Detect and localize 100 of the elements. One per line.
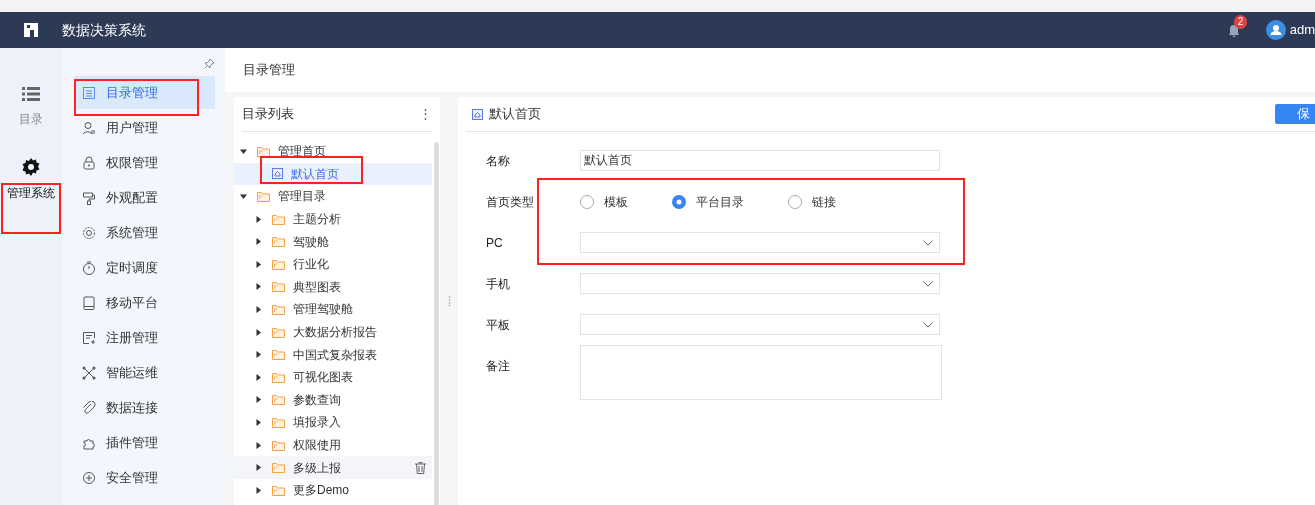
- caret-right-icon[interactable]: [255, 305, 262, 313]
- radio-option[interactable]: 平台目录: [672, 193, 788, 211]
- document-icon: [82, 85, 96, 100]
- folder-icon: [272, 439, 285, 451]
- logo-icon: [22, 21, 40, 39]
- delete-icon[interactable]: [415, 461, 426, 474]
- caret-right-icon[interactable]: [255, 396, 262, 404]
- folder-icon: [272, 258, 285, 270]
- timer-icon: [82, 260, 96, 275]
- radio-button[interactable]: [580, 195, 594, 209]
- folder-icon: [272, 371, 285, 383]
- field-label: 手机: [486, 276, 511, 293]
- folder-icon: [272, 213, 285, 225]
- radio-option[interactable]: 模板: [580, 193, 672, 211]
- save-button[interactable]: 保: [1275, 104, 1315, 124]
- menu-item[interactable]: 外观配置: [74, 181, 215, 214]
- tree-item[interactable]: 驾驶舱: [234, 230, 432, 253]
- rail-tab[interactable]: 管理系统: [2, 156, 60, 204]
- caret-right-icon[interactable]: [255, 373, 262, 381]
- dropdown-field[interactable]: [580, 232, 940, 253]
- tree-item[interactable]: 权限使用: [234, 433, 432, 457]
- tree-item[interactable]: 典型图表: [234, 275, 432, 299]
- name-field[interactable]: 默认首页: [580, 150, 940, 171]
- folder-icon: [272, 303, 285, 315]
- tree-item[interactable]: 默认首页: [234, 162, 432, 186]
- menu-item[interactable]: 定时调度: [74, 251, 215, 284]
- settings-icon: [82, 225, 96, 240]
- caret-right-icon[interactable]: [255, 464, 262, 472]
- menu-item[interactable]: 安全管理: [74, 461, 215, 494]
- resize-handle-icon[interactable]: [447, 296, 451, 306]
- form-icon: [82, 330, 96, 345]
- bell-icon[interactable]: [1227, 23, 1240, 37]
- folder-icon: [272, 236, 285, 248]
- radio-button[interactable]: [788, 195, 802, 209]
- tree-item[interactable]: 参数查询: [234, 388, 432, 412]
- breadcrumb: 目录管理: [243, 61, 295, 80]
- caret-right-icon[interactable]: [255, 418, 262, 426]
- app-title: 数据决策系统: [62, 20, 146, 40]
- plus-circle-icon: [82, 470, 96, 485]
- caret-right-icon[interactable]: [255, 283, 262, 291]
- folder-icon: [272, 326, 285, 338]
- avatar-icon[interactable]: [1265, 20, 1286, 40]
- chevron-down-icon: [923, 322, 933, 328]
- tree-item[interactable]: 更多Demo: [234, 478, 432, 502]
- field-label: 备注: [486, 358, 511, 375]
- menu-item[interactable]: 插件管理: [74, 426, 215, 459]
- network-icon: [82, 365, 96, 380]
- folder-icon: [272, 394, 285, 406]
- caret-down-icon[interactable]: [240, 147, 247, 155]
- dropdown-field[interactable]: [580, 314, 940, 335]
- menu-item[interactable]: 智能运维: [74, 356, 215, 389]
- folder-icon: [272, 462, 285, 474]
- panel-title: 目录列表: [242, 105, 294, 124]
- tree-item[interactable]: 管理首页: [234, 140, 432, 163]
- tree-item[interactable]: 可视化图表: [234, 365, 432, 389]
- caret-right-icon[interactable]: [255, 238, 262, 246]
- list-icon: [22, 86, 40, 102]
- user-icon: [82, 120, 96, 135]
- tree-item[interactable]: 填报录入: [234, 411, 432, 434]
- notes-field[interactable]: [580, 345, 942, 400]
- caret-right-icon[interactable]: [255, 486, 262, 494]
- menu-item[interactable]: 注册管理: [74, 321, 215, 354]
- tree-item[interactable]: 行业化: [234, 252, 432, 276]
- tree-item[interactable]: 多级上报: [234, 456, 432, 479]
- folder-icon: [272, 349, 285, 361]
- folder-icon: [257, 191, 270, 202]
- detail-title: 默认首页: [489, 105, 541, 124]
- user-name[interactable]: adm: [1289, 20, 1315, 40]
- caret-right-icon[interactable]: [255, 260, 262, 268]
- lock-icon: [82, 155, 96, 170]
- tree-item[interactable]: 中国式复杂报表: [234, 343, 432, 366]
- notification-badge: 2: [1233, 14, 1248, 29]
- radio-option[interactable]: 链接: [788, 193, 904, 211]
- tree-item[interactable]: 管理驾驶舱: [234, 298, 432, 321]
- field-label: PC: [486, 235, 504, 252]
- menu-item[interactable]: 移动平台: [74, 286, 215, 319]
- caret-right-icon[interactable]: [255, 328, 262, 336]
- menu-item[interactable]: 系统管理: [74, 216, 215, 249]
- caret-right-icon[interactable]: [255, 351, 262, 359]
- chevron-down-icon: [923, 281, 933, 287]
- menu-item[interactable]: 权限管理: [74, 146, 215, 179]
- pin-icon[interactable]: [203, 58, 215, 70]
- highlight-box: [1, 183, 61, 234]
- folder-icon: [272, 484, 285, 496]
- caret-right-icon[interactable]: [255, 215, 262, 223]
- tree-item[interactable]: 管理目录: [234, 185, 432, 208]
- caret-down-icon[interactable]: [240, 193, 247, 200]
- radio-button[interactable]: [672, 195, 686, 209]
- menu-item[interactable]: 目录管理: [74, 76, 215, 109]
- tree-item[interactable]: 主题分析: [234, 207, 432, 231]
- page-icon: [472, 108, 483, 120]
- chevron-down-icon: [923, 240, 933, 246]
- dropdown-field[interactable]: [580, 273, 940, 294]
- menu-item[interactable]: 用户管理: [74, 111, 215, 144]
- page-icon: [272, 168, 283, 180]
- more-button[interactable]: ⋮: [418, 104, 432, 124]
- menu-item[interactable]: 数据连接: [74, 391, 215, 424]
- field-label: 名称: [486, 153, 511, 170]
- tree-item[interactable]: 大数据分析报告: [234, 320, 432, 344]
- caret-right-icon[interactable]: [255, 441, 262, 449]
